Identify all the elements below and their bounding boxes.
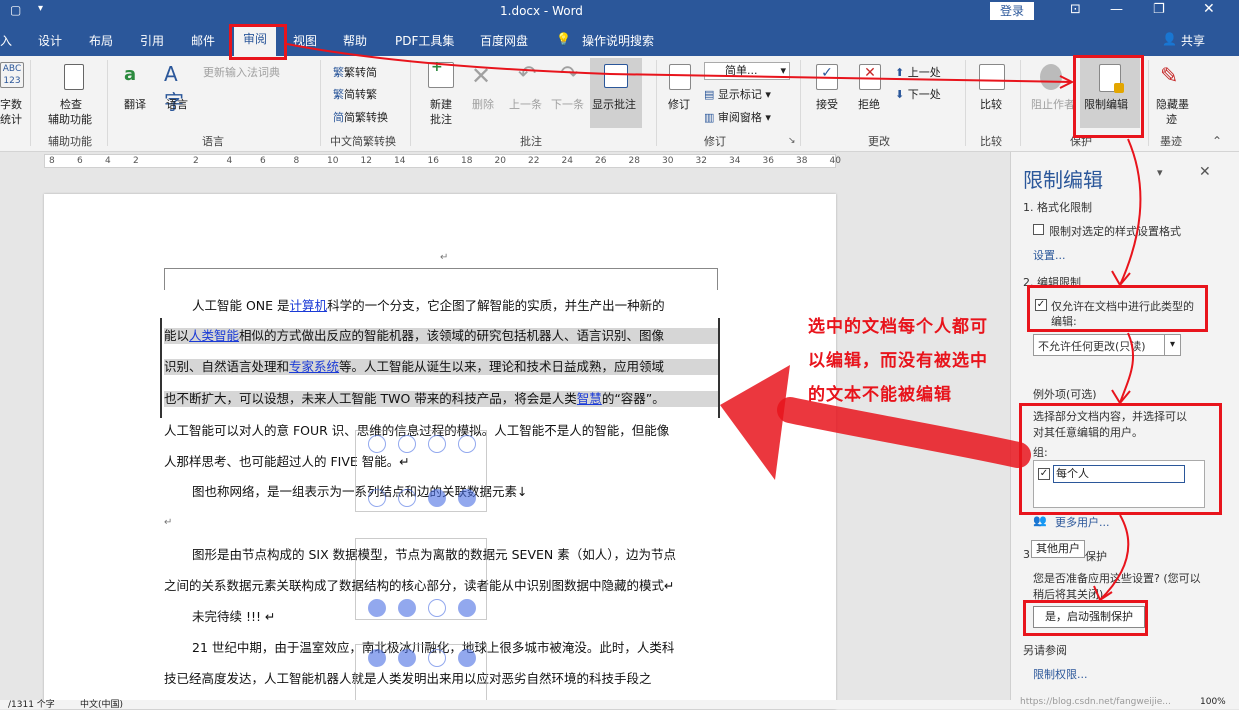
status-bar: /1311 个字 中文(中国) https://blog.csdn.net/fa…: [0, 697, 1239, 710]
watermark-text: https://blog.csdn.net/fangweijie...: [1020, 697, 1171, 707]
annotation-line-3: 的文本不能被编辑: [808, 385, 952, 405]
language-status[interactable]: 中文(中国): [80, 697, 123, 710]
annotation-line-2: 以编辑，而没有被选中: [808, 351, 988, 371]
word-count-status[interactable]: /1311 个字: [8, 697, 55, 710]
annotation-line-1: 选中的文档每个人都可: [808, 317, 988, 337]
annotation-arrows: [286, 43, 1142, 602]
zoom-level[interactable]: 100%: [1200, 697, 1226, 707]
